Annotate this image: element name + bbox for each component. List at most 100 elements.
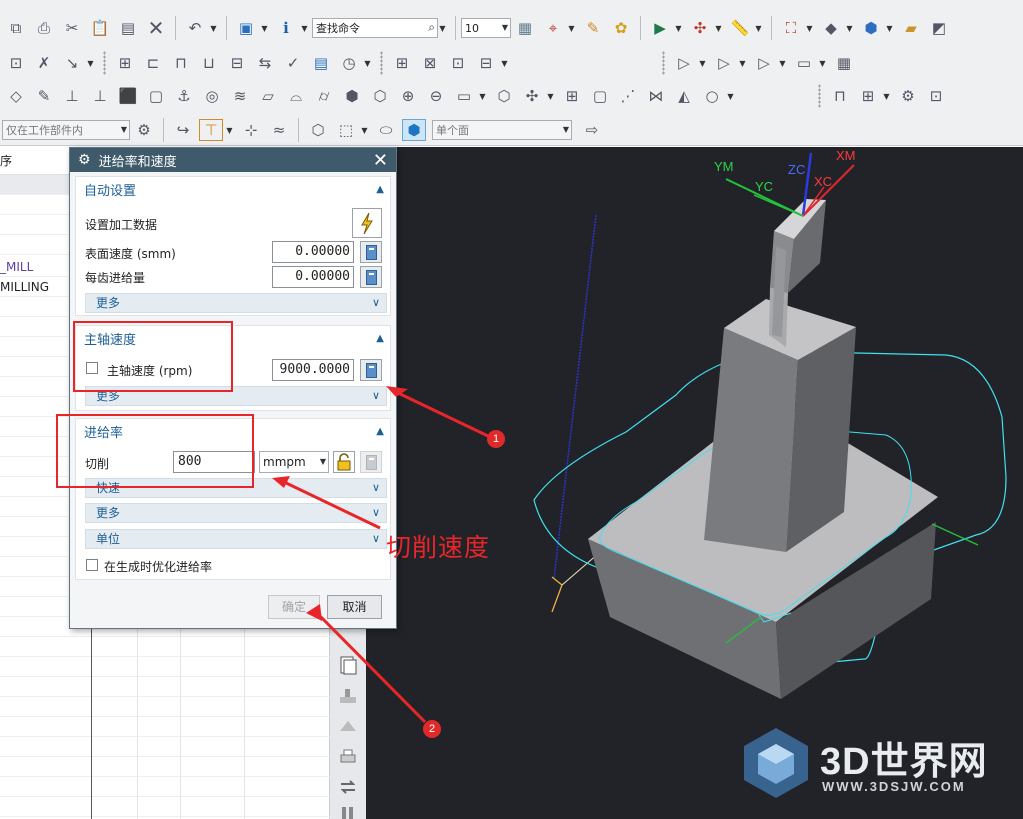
part-model[interactable]: ZC XC XM YC YM	[366, 147, 1023, 819]
swap-icon[interactable]	[338, 777, 358, 797]
chevron-down-icon[interactable]: ▼	[567, 17, 576, 39]
copy-icon[interactable]: ⧉	[4, 17, 28, 39]
hole-icon[interactable]: ◎	[200, 85, 224, 107]
boss-icon[interactable]: ⊥	[88, 85, 112, 107]
layer-bar-icon[interactable]	[338, 715, 358, 735]
chevron-down-icon[interactable]: ▼	[260, 17, 269, 39]
surface-speed-input[interactable]: 0.00000	[272, 241, 354, 263]
chevron-down-icon[interactable]: ▼	[300, 17, 309, 39]
chevron-up-icon[interactable]: ▲	[376, 184, 384, 195]
fit-view-icon[interactable]: ⛶	[779, 17, 803, 39]
cutter-icon[interactable]: ▷	[672, 52, 696, 74]
sketch-icon[interactable]: ✎	[32, 85, 56, 107]
feed-per-tooth-calculator-button[interactable]	[360, 266, 382, 288]
print-icon[interactable]: ⎙	[32, 17, 56, 39]
machine-icon[interactable]	[338, 685, 358, 705]
spindle-speed-calculator-button[interactable]	[360, 359, 382, 381]
chevron-down-icon[interactable]: ▼	[714, 17, 723, 39]
delete-operation-icon[interactable]: ✗	[32, 52, 56, 74]
palette-icon[interactable]: ✿	[609, 17, 633, 39]
cube-view-icon[interactable]: ⬢	[402, 119, 426, 141]
ok-button[interactable]: 确定	[268, 595, 320, 619]
polygon-icon[interactable]: ⬡	[492, 85, 516, 107]
print-bar-icon[interactable]	[338, 747, 358, 767]
paste-icon[interactable]: 📋	[88, 17, 112, 39]
snap-icon[interactable]: ⊹	[239, 119, 263, 141]
ruler-icon[interactable]: 📏	[728, 17, 752, 39]
chevron-down-icon[interactable]: ▼	[778, 52, 787, 74]
cube-icon[interactable]: ⬢	[859, 17, 883, 39]
trim-icon[interactable]: ✣	[520, 85, 544, 107]
document-icon[interactable]	[338, 655, 358, 675]
chevron-down-icon[interactable]: ▼	[360, 119, 369, 141]
circle-icon[interactable]: ○	[700, 85, 724, 107]
transform-icon[interactable]: ⇆	[253, 52, 277, 74]
chevron-down-icon[interactable]: ▼	[478, 85, 487, 107]
optimize-feed-checkbox[interactable]	[86, 559, 98, 571]
grid-size-select[interactable]: 10 ▼	[461, 18, 511, 38]
feature-process-icon[interactable]: ⊟	[474, 52, 498, 74]
tools-bar-icon[interactable]	[338, 805, 358, 819]
datum-icon[interactable]: ⊥	[60, 85, 84, 107]
chevron-down-icon[interactable]: ▼	[209, 17, 218, 39]
type-filter-icon[interactable]: ⊤	[199, 119, 223, 141]
auto-settings-header[interactable]: 自动设置 ▲	[76, 177, 390, 201]
shop-doc-icon[interactable]: ◷	[337, 52, 361, 74]
paint-icon[interactable]: ✎	[581, 17, 605, 39]
lamp-icon[interactable]: ◭	[672, 85, 696, 107]
plate-icon[interactable]: ▱	[256, 85, 280, 107]
chevron-down-icon[interactable]: ▼	[563, 125, 569, 134]
units-bar[interactable]: 单位 ∨	[85, 529, 387, 549]
dimension-icon[interactable]: ⊓	[828, 85, 852, 107]
cylinder-icon[interactable]: ⌭	[312, 85, 336, 107]
chevron-down-icon[interactable]: ▼	[86, 52, 95, 74]
cut-unit-select[interactable]: mmpm ▼	[259, 451, 329, 473]
stack-icon[interactable]: ≋	[228, 85, 252, 107]
feature-map-icon[interactable]: ⊡	[446, 52, 470, 74]
part-filter-icon[interactable]: ⚙	[132, 119, 156, 141]
point-icon[interactable]: ◇	[4, 85, 28, 107]
chevron-up-icon[interactable]: ▲	[376, 333, 384, 344]
window-icon[interactable]: ▣	[234, 17, 258, 39]
stock-icon[interactable]: ⊟	[225, 52, 249, 74]
offset-icon[interactable]: ⊞	[560, 85, 584, 107]
chevron-up-icon[interactable]: ▲	[376, 426, 384, 437]
selection-scope-select[interactable]: 仅在工作部件内 ▼	[2, 120, 130, 140]
analysis-icon[interactable]: ⊡	[924, 85, 948, 107]
operation-icon[interactable]: ⊡	[4, 52, 28, 74]
chevron-down-icon[interactable]: ▼	[121, 125, 127, 134]
lock-button[interactable]	[333, 451, 355, 473]
feed-per-tooth-input[interactable]: 0.00000	[272, 266, 354, 288]
box-icon[interactable]: ▢	[144, 85, 168, 107]
verify-icon[interactable]: ✓	[281, 52, 305, 74]
surface-speed-calculator-button[interactable]	[360, 241, 382, 263]
chevron-down-icon[interactable]: ▼	[754, 17, 763, 39]
command-search-input[interactable]: 查找命令 ⌕	[312, 18, 438, 38]
feed-more-bar[interactable]: 更多 ∨	[85, 503, 387, 523]
graphics-viewport[interactable]: ZC XC XM YC YM	[366, 147, 1023, 819]
info-icon[interactable]: ℹ	[274, 17, 298, 39]
auto-settings-more-bar[interactable]: 更多 ∨	[85, 293, 387, 313]
chevron-down-icon[interactable]: ▼	[674, 17, 683, 39]
tool-path-icon[interactable]: ▷	[752, 52, 776, 74]
chevron-down-icon[interactable]: ▼	[438, 17, 447, 39]
wave-icon[interactable]: ≈	[267, 119, 291, 141]
view-select-icon[interactable]: ⬭	[374, 119, 398, 141]
chevron-down-icon[interactable]: ▼	[500, 52, 509, 74]
grid-icon[interactable]: ▦	[832, 52, 856, 74]
block-icon[interactable]: ⬛	[116, 85, 140, 107]
orient-icon[interactable]: ◩	[927, 17, 951, 39]
shell-icon[interactable]: ⬡	[368, 85, 392, 107]
program-order-icon[interactable]: ⊞	[113, 52, 137, 74]
shaded-view-icon[interactable]: ◆	[819, 17, 843, 39]
postprocess-icon[interactable]: ▤	[309, 52, 333, 74]
feature-group-icon[interactable]: ⊞	[390, 52, 414, 74]
square-icon[interactable]: ▢	[588, 85, 612, 107]
arrow-right-icon[interactable]: ⇨	[580, 119, 604, 141]
chevron-down-icon[interactable]: ▼	[885, 17, 894, 39]
anchor-icon[interactable]: ⚓	[172, 85, 196, 107]
holder-icon[interactable]: ▷	[712, 52, 736, 74]
chevron-down-icon[interactable]: ▼	[805, 17, 814, 39]
move-icon[interactable]: ↘	[60, 52, 84, 74]
spindle-speed-input[interactable]: 9000.0000	[272, 359, 354, 381]
